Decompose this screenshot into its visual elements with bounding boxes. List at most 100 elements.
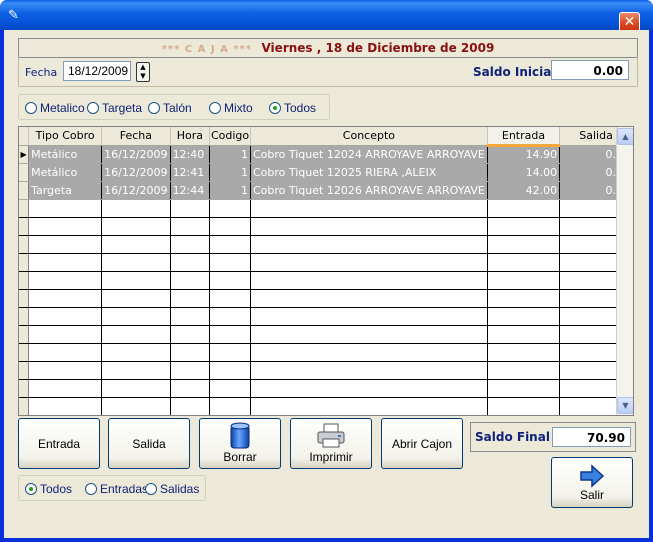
empty-cell[interactable] xyxy=(250,397,488,415)
radio-salidas[interactable]: Salidas xyxy=(145,482,199,496)
empty-cell[interactable] xyxy=(209,271,251,290)
empty-cell[interactable] xyxy=(28,325,103,344)
empty-cell[interactable] xyxy=(250,271,488,290)
empty-cell[interactable] xyxy=(28,379,103,398)
empty-table-row[interactable] xyxy=(19,325,633,344)
radio-salidas-dot[interactable] xyxy=(145,483,157,495)
table-row[interactable]: ▶ Metálico 16/12/2009 12:40 1 Cobro Tiqu… xyxy=(19,145,633,164)
empty-cell[interactable] xyxy=(209,325,251,344)
empty-cell[interactable] xyxy=(209,199,251,218)
cell-tipo[interactable]: Targeta xyxy=(28,181,103,200)
empty-cell[interactable] xyxy=(209,307,251,326)
empty-cell[interactable] xyxy=(250,253,488,272)
cell-tipo[interactable]: Metálico xyxy=(28,163,103,182)
scroll-up-icon[interactable]: ▲ xyxy=(617,128,633,145)
empty-cell[interactable] xyxy=(250,307,488,326)
empty-cell[interactable] xyxy=(250,289,488,308)
empty-cell[interactable] xyxy=(170,307,211,326)
empty-cell[interactable] xyxy=(209,235,251,254)
cell-hora[interactable]: 12:44 xyxy=(170,181,211,200)
empty-cell[interactable] xyxy=(28,253,103,272)
empty-cell[interactable] xyxy=(487,271,561,290)
col-fecha[interactable]: Fecha xyxy=(101,127,171,146)
empty-table-row[interactable] xyxy=(19,307,633,326)
radio-todos[interactable]: Todos xyxy=(269,101,316,115)
cell-hora[interactable]: 12:40 xyxy=(170,145,211,164)
empty-cell[interactable] xyxy=(209,397,251,415)
empty-cell[interactable] xyxy=(101,397,171,415)
empty-cell[interactable] xyxy=(250,199,488,218)
empty-table-row[interactable] xyxy=(19,217,633,236)
cell-entrada[interactable]: 42.00 xyxy=(487,181,561,200)
empty-cell[interactable] xyxy=(170,217,211,236)
empty-cell[interactable] xyxy=(28,271,103,290)
empty-cell[interactable] xyxy=(209,379,251,398)
empty-cell[interactable] xyxy=(170,379,211,398)
saldo-inicial-field[interactable]: 0.00 xyxy=(551,60,629,80)
radio-targeta-dot[interactable] xyxy=(87,102,99,114)
empty-cell[interactable] xyxy=(28,217,103,236)
col-codigo[interactable]: Codigo xyxy=(209,127,251,146)
empty-cell[interactable] xyxy=(250,379,488,398)
empty-cell[interactable] xyxy=(487,397,561,415)
col-tipo-cobro[interactable]: Tipo Cobro xyxy=(28,127,103,146)
empty-cell[interactable] xyxy=(209,343,251,362)
radio-metalico[interactable]: Metalico xyxy=(25,101,85,115)
empty-cell[interactable] xyxy=(170,325,211,344)
empty-cell[interactable] xyxy=(101,235,171,254)
empty-cell[interactable] xyxy=(250,361,488,380)
empty-cell[interactable] xyxy=(487,289,561,308)
empty-cell[interactable] xyxy=(101,361,171,380)
col-concepto[interactable]: Concepto xyxy=(250,127,488,146)
fecha-spinner[interactable]: ▲ ▼ xyxy=(136,62,150,82)
empty-cell[interactable] xyxy=(28,397,103,415)
empty-cell[interactable] xyxy=(209,217,251,236)
col-entrada[interactable]: Entrada xyxy=(487,127,561,147)
radio-todos-dot[interactable] xyxy=(269,102,281,114)
empty-cell[interactable] xyxy=(170,397,211,415)
empty-cell[interactable] xyxy=(170,199,211,218)
empty-cell[interactable] xyxy=(170,343,211,362)
empty-cell[interactable] xyxy=(101,343,171,362)
radio-targeta[interactable]: Targeta xyxy=(87,101,142,115)
fecha-input[interactable]: 18/12/2009 xyxy=(63,61,131,81)
cell-tipo[interactable]: Metálico xyxy=(28,145,103,164)
empty-cell[interactable] xyxy=(487,361,561,380)
empty-table-row[interactable] xyxy=(19,271,633,290)
empty-cell[interactable] xyxy=(170,289,211,308)
cell-fecha[interactable]: 16/12/2009 xyxy=(101,163,171,182)
empty-cell[interactable] xyxy=(209,361,251,380)
cell-codigo[interactable]: 1 xyxy=(209,145,251,164)
empty-cell[interactable] xyxy=(209,253,251,272)
radio-entradas-dot[interactable] xyxy=(85,483,97,495)
empty-cell[interactable] xyxy=(250,343,488,362)
radio-mixto-dot[interactable] xyxy=(209,102,221,114)
cell-codigo[interactable]: 1 xyxy=(209,163,251,182)
radio-mixto[interactable]: Mixto xyxy=(209,101,253,115)
cell-entrada[interactable]: 14.00 xyxy=(487,163,561,182)
empty-table-row[interactable] xyxy=(19,289,633,308)
empty-cell[interactable] xyxy=(170,253,211,272)
saldo-final-field[interactable]: 70.90 xyxy=(552,427,631,447)
salir-button[interactable]: Salir xyxy=(551,457,633,508)
empty-cell[interactable] xyxy=(101,289,171,308)
scroll-down-icon[interactable]: ▼ xyxy=(617,397,633,414)
radio-todos-mov[interactable]: Todos xyxy=(25,482,72,496)
movements-grid[interactable]: Tipo Cobro Fecha Hora Codigo Concepto En… xyxy=(18,126,634,416)
table-row[interactable]: Targeta 16/12/2009 12:44 1 Cobro Tiquet … xyxy=(19,181,633,200)
empty-cell[interactable] xyxy=(101,379,171,398)
borrar-button[interactable]: Borrar xyxy=(199,418,281,469)
imprimir-button[interactable]: Imprimir xyxy=(290,418,372,469)
empty-cell[interactable] xyxy=(250,325,488,344)
spin-down-icon[interactable]: ▼ xyxy=(137,72,149,81)
empty-cell[interactable] xyxy=(487,217,561,236)
title-bar[interactable]: ✎ ✕ xyxy=(0,0,653,33)
empty-cell[interactable] xyxy=(487,235,561,254)
empty-cell[interactable] xyxy=(250,235,488,254)
empty-table-row[interactable] xyxy=(19,199,633,218)
empty-cell[interactable] xyxy=(487,199,561,218)
empty-cell[interactable] xyxy=(101,199,171,218)
radio-talon[interactable]: Talón xyxy=(148,101,192,115)
empty-cell[interactable] xyxy=(170,361,211,380)
empty-table-row[interactable] xyxy=(19,253,633,272)
